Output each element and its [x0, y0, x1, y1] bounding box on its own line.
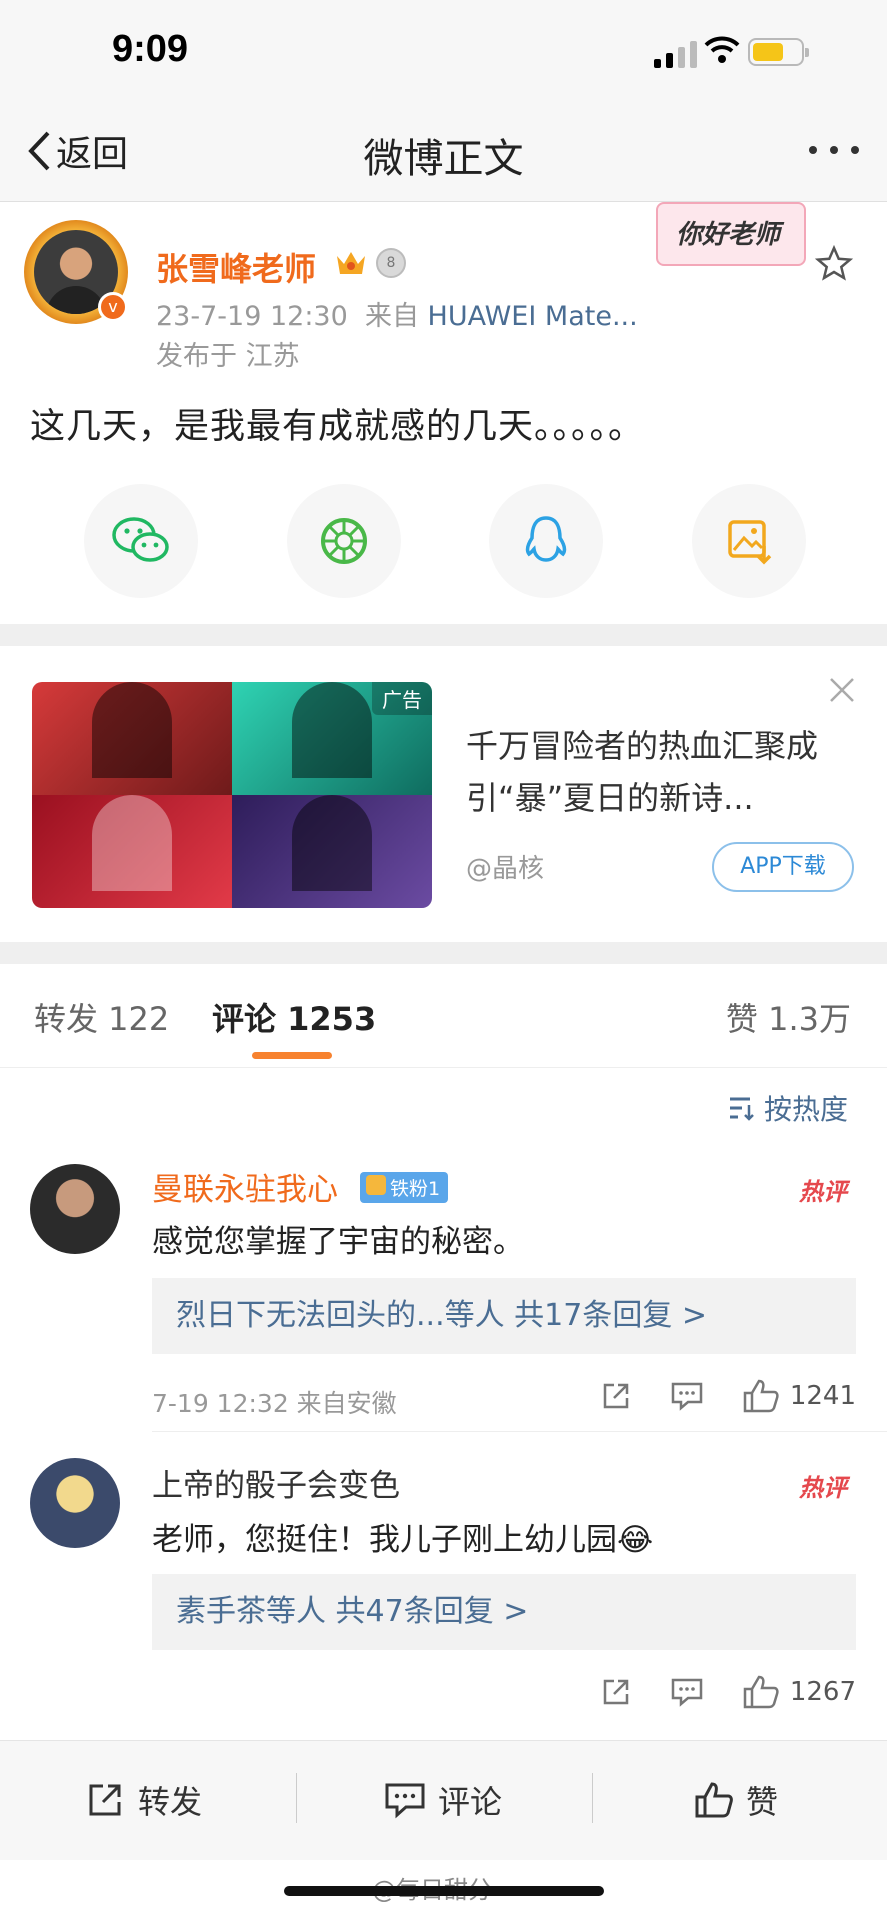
- thumbs-up-icon: [743, 1379, 779, 1413]
- post-card: v 张雪峰老师 8 你好老师 23-7-19 12:30 来自 HUAWEI M…: [0, 202, 887, 624]
- repost-icon[interactable]: [600, 1380, 632, 1412]
- post-date: 23-7-19 12:30: [156, 301, 348, 332]
- section-divider: [0, 624, 887, 646]
- cellular-signal-icon: [654, 40, 698, 68]
- like-button[interactable]: 1241: [742, 1378, 856, 1414]
- comment-icon[interactable]: [670, 1380, 704, 1412]
- repost-icon[interactable]: [600, 1676, 632, 1708]
- favorite-star-icon[interactable]: [814, 244, 854, 284]
- comment-label: 评论: [438, 1783, 503, 1821]
- replies-summary[interactable]: 素手茶等人 共47条回复 >: [152, 1574, 856, 1650]
- post-from-prefix: 来自: [364, 301, 419, 332]
- commenter-name[interactable]: 曼联永驻我心: [152, 1164, 338, 1209]
- like-button[interactable]: 1267: [742, 1674, 856, 1710]
- comment-item: 上帝的骰子会变色 热评 老师，您挺住！我儿子刚上幼儿园😂 素手茶等人 共47条回…: [0, 1438, 887, 1738]
- sort-label: 按热度: [764, 1093, 849, 1126]
- qq-penguin-icon: [526, 516, 567, 562]
- app-download-button[interactable]: APP下载: [712, 842, 854, 892]
- share-moments-button[interactable]: [286, 484, 401, 598]
- wifi-icon: [704, 36, 740, 63]
- home-indicator[interactable]: [284, 1886, 604, 1896]
- comment-icon: [385, 1783, 425, 1819]
- ad-tag: 广告: [372, 682, 432, 715]
- replies-summary[interactable]: 烈日下无法回头的...等人 共17条回复 >: [152, 1278, 856, 1354]
- post-location: 发布于 江苏: [156, 341, 300, 372]
- repost-icon: [89, 1784, 121, 1816]
- comment-text: 感觉您掌握了宇宙的秘密。: [152, 1224, 524, 1260]
- divider: [592, 1773, 593, 1823]
- post-content: 这几天，是我最有成就感的几天。。。。。: [30, 407, 645, 447]
- sticker-text: 你好老师: [676, 220, 781, 250]
- like-label: 赞: [746, 1783, 779, 1821]
- like-count: 1241: [789, 1381, 856, 1411]
- hot-comment-badge: 热评: [799, 1474, 847, 1502]
- comment-item: 曼联永驻我心 铁粉1 热评 感觉您掌握了宇宙的秘密。 烈日下无法回头的...等人…: [0, 1150, 887, 1432]
- comment-time: 7-19 12:32 来自安徽: [152, 1389, 397, 1418]
- interaction-tabs: 转发 122 评论 1253 赞 1.3万: [0, 964, 887, 1068]
- bottom-action-bar: 转发 评论 赞: [0, 1740, 887, 1860]
- commenter-avatar[interactable]: [30, 1164, 120, 1254]
- ad-image[interactable]: 广告: [32, 682, 432, 908]
- tab-comments[interactable]: 评论 1253: [212, 994, 376, 1040]
- status-time: 9:09: [112, 28, 189, 70]
- nav-bar: 返回 微博正文: [0, 100, 887, 202]
- sort-by-heat-button[interactable]: 按热度: [728, 1088, 848, 1128]
- poster-avatar[interactable]: v: [24, 220, 128, 324]
- comment-text: 老师，您挺住！我儿子刚上幼儿园😂: [152, 1522, 654, 1558]
- fan-badge: 铁粉1: [360, 1172, 449, 1203]
- active-tab-indicator: [252, 1052, 332, 1059]
- more-options-icon[interactable]: [809, 146, 859, 154]
- share-row: [84, 484, 806, 598]
- save-image-button[interactable]: [691, 484, 806, 598]
- wechat-icon: [112, 517, 169, 562]
- battery-icon: [748, 38, 809, 66]
- commenter-name[interactable]: 上帝的骰子会变色: [152, 1460, 400, 1505]
- share-qq-button[interactable]: [489, 484, 604, 598]
- page-title: 微博正文: [363, 136, 524, 182]
- repost-label: 转发: [138, 1783, 203, 1821]
- divider: [152, 1431, 887, 1432]
- comment-footer: 1267: [152, 1674, 856, 1720]
- divider: [296, 1773, 297, 1823]
- hot-comment-badge: 热评: [799, 1178, 847, 1206]
- commenter-avatar[interactable]: [30, 1458, 120, 1548]
- repost-button[interactable]: 转发: [86, 1777, 202, 1823]
- poster-name[interactable]: 张雪峰老师: [156, 244, 316, 290]
- sort-icon: [730, 1097, 754, 1121]
- verified-badge-icon: v: [98, 292, 128, 322]
- tab-reposts[interactable]: 转发 122: [34, 994, 169, 1040]
- comment-icon[interactable]: [670, 1676, 704, 1708]
- comment-footer: 7-19 12:32 来自安徽 1241: [152, 1378, 856, 1424]
- like-count: 1267: [789, 1677, 856, 1707]
- thumbs-up-icon: [695, 1782, 733, 1818]
- comment-button[interactable]: 评论: [384, 1777, 502, 1823]
- sticker-decoration: 你好老师: [656, 202, 806, 266]
- like-button[interactable]: 赞: [694, 1777, 778, 1823]
- post-meta: 23-7-19 12:30 来自 HUAWEI Mate...: [156, 294, 638, 333]
- tab-likes[interactable]: 赞 1.3万: [726, 994, 851, 1040]
- ad-headline[interactable]: 千万冒险者的热血汇聚成引“暴”夏日的新诗...: [466, 720, 836, 824]
- save-picture-icon: [728, 520, 772, 565]
- ad-source[interactable]: @晶核: [466, 848, 544, 885]
- share-wechat-button[interactable]: [84, 484, 198, 598]
- post-source-device[interactable]: HUAWEI Mate...: [428, 301, 638, 332]
- ad-card[interactable]: 广告 千万冒险者的热血汇聚成引“暴”夏日的新诗... @晶核 APP下载: [0, 646, 887, 942]
- section-divider: [0, 942, 887, 964]
- moments-aperture-icon: [320, 518, 367, 564]
- thumbs-up-icon: [743, 1675, 779, 1709]
- close-icon[interactable]: [828, 676, 856, 704]
- medal-icon: 8: [376, 248, 406, 278]
- status-bar: 9:09: [0, 0, 887, 100]
- vip-crown-icon: [337, 252, 365, 274]
